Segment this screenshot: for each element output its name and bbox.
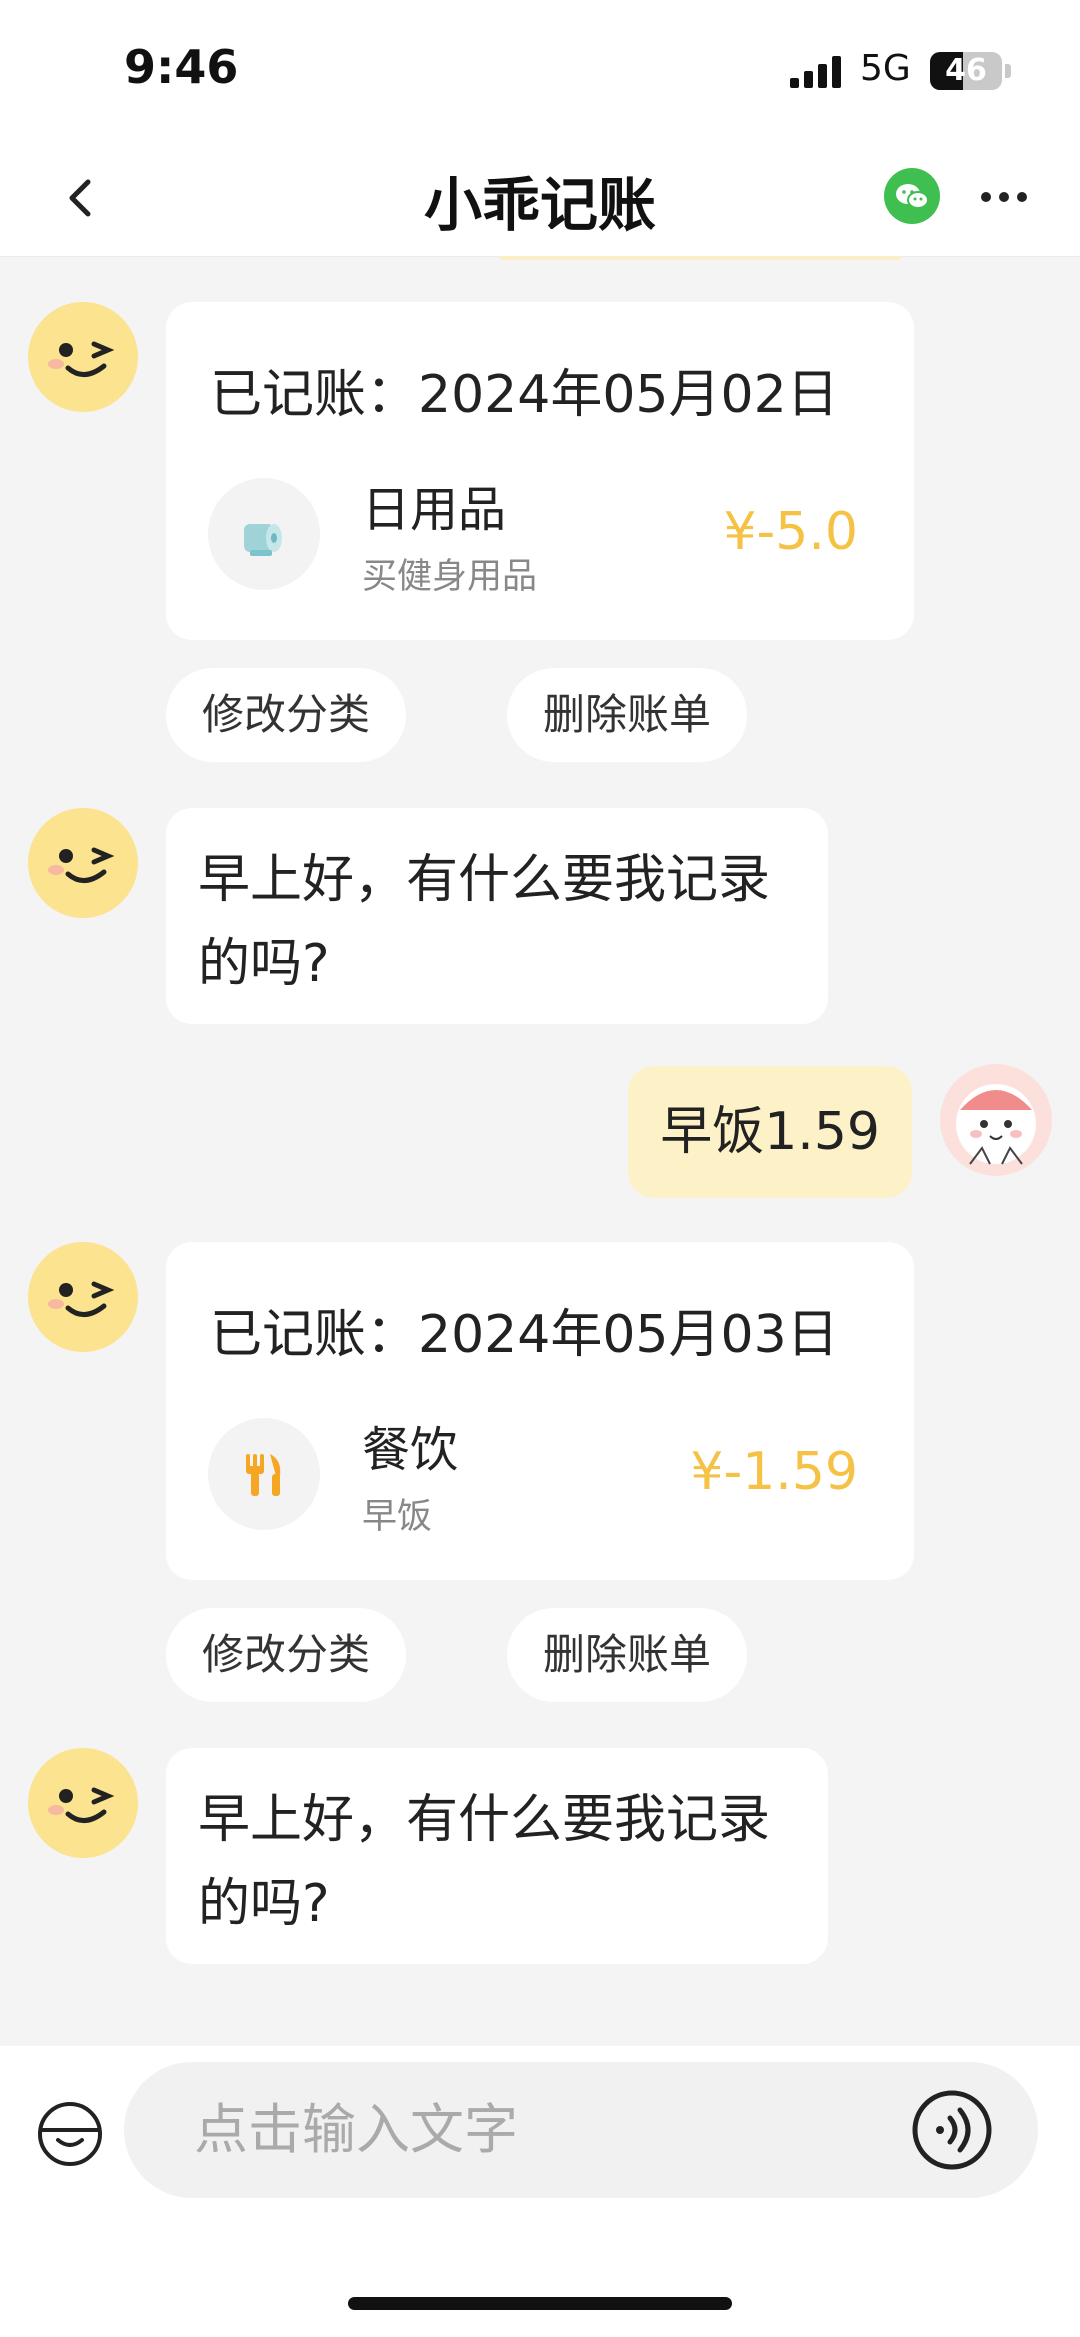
category-icon-wrap — [208, 1418, 320, 1530]
wink-face-icon — [48, 1281, 115, 1317]
user-message: 早饭1.59 — [628, 1066, 912, 1198]
bot-avatar[interactable] — [28, 808, 138, 918]
bot-message: 早上好，有什么要我记录的吗? — [166, 808, 828, 1024]
battery-tip — [1005, 64, 1011, 78]
delete-bill-button[interactable]: 删除账单 — [507, 1608, 748, 1702]
home-indicator — [348, 2297, 732, 2310]
battery-level: 46 — [945, 53, 987, 88]
bot-message-text: 早上好，有什么要我记录的吗? — [198, 850, 771, 994]
scroll-edge — [500, 256, 900, 260]
record-note: 早饭 — [362, 1497, 433, 1537]
record-amount: ¥-5.0 — [723, 502, 858, 562]
edit-category-button[interactable]: 修改分类 — [166, 668, 407, 762]
network-type: 5G — [860, 48, 911, 89]
user-avatar[interactable] — [940, 1064, 1052, 1176]
record-amount: ¥-1.59 — [690, 1442, 858, 1502]
user-avatar-face-icon — [956, 1084, 1036, 1165]
edit-category-button[interactable]: 修改分类 — [166, 1608, 407, 1702]
status-bar: 9:46 5G 46 — [0, 0, 1080, 140]
text-input[interactable]: 点击输入文字 — [124, 2062, 1038, 2198]
wallet-icon[interactable] — [36, 2100, 104, 2168]
record-date: 已记账：2024年05月02日 — [210, 365, 839, 425]
record-category: 日用品 — [362, 482, 507, 538]
record-category: 餐饮 — [362, 1422, 459, 1478]
record-card[interactable]: 已记账：2024年05月03日 餐饮 早饭 ¥-1.59 — [166, 1242, 914, 1580]
wink-face-icon — [48, 847, 115, 883]
bot-avatar[interactable] — [28, 1242, 138, 1352]
record-note: 买健身用品 — [362, 557, 538, 597]
category-icon-wrap — [208, 478, 320, 590]
signal-icon — [790, 56, 841, 88]
bot-avatar[interactable] — [28, 1748, 138, 1858]
bot-avatar[interactable] — [28, 302, 138, 412]
bot-message: 早上好，有什么要我记录的吗? — [166, 1748, 828, 1964]
fork-knife-icon — [246, 1454, 281, 1496]
bot-message-text: 早上好，有什么要我记录的吗? — [198, 1790, 771, 1934]
battery-icon: 46 — [930, 52, 1002, 90]
input-placeholder: 点击输入文字 — [194, 2098, 518, 2161]
record-date: 已记账：2024年05月03日 — [210, 1305, 839, 1365]
record-card[interactable]: 已记账：2024年05月02日 日用品 买健身用品 ¥-5.0 — [166, 302, 914, 640]
delete-bill-button[interactable]: 删除账单 — [507, 668, 748, 762]
toilet-paper-icon — [244, 524, 282, 556]
wechat-icon[interactable] — [884, 168, 940, 224]
wink-face-icon — [48, 341, 115, 377]
status-time: 9:46 — [124, 40, 239, 94]
voice-icon[interactable] — [910, 2088, 994, 2172]
more-icon[interactable] — [974, 172, 1034, 222]
wink-face-icon — [48, 1787, 115, 1823]
input-bar: 点击输入文字 — [0, 2046, 1080, 2337]
nav-bar: 小乖记账 — [0, 140, 1080, 257]
